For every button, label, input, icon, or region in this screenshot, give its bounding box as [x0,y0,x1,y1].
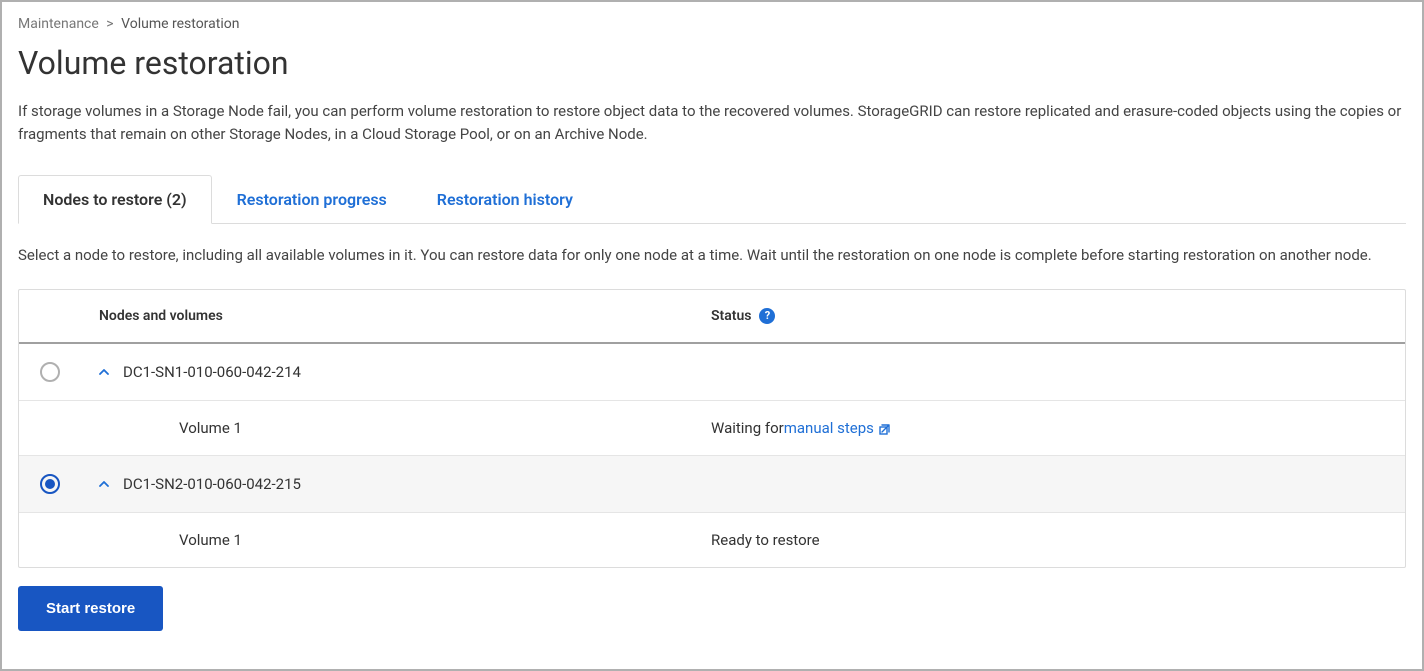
status-text: Waiting for [711,419,784,437]
table-row[interactable]: DC1-SN2-010-060-042-215 [19,456,1405,513]
chevron-up-icon[interactable] [99,367,109,377]
manual-steps-link[interactable]: manual steps [784,419,892,437]
table-header-radio [19,290,81,342]
radio-cell[interactable] [19,344,81,400]
breadcrumb-parent[interactable]: Maintenance [18,16,99,32]
volume-name: Volume 1 [179,419,242,437]
table-row: Volume 1 Ready to restore [19,513,1405,567]
table-header-status: Status ? [711,290,1405,342]
radio-button[interactable] [40,362,60,382]
tabs-container: Nodes to restore (2) Restoration progres… [18,175,1406,224]
page-title: Volume restoration [18,44,1406,82]
table-row: Volume 1 Waiting for manual steps [19,401,1405,456]
breadcrumb-separator: > [106,16,113,32]
radio-cell-empty [19,513,81,567]
volume-status-cell: Ready to restore [711,513,1405,567]
start-restore-button[interactable]: Start restore [18,586,163,631]
node-status-cell [711,456,1405,512]
table-header-nodes: Nodes and volumes [81,290,711,342]
status-text: Ready to restore [711,531,820,549]
node-name: DC1-SN2-010-060-042-215 [123,475,301,493]
volume-name: Volume 1 [179,531,242,549]
node-name-cell[interactable]: DC1-SN1-010-060-042-214 [81,344,711,400]
table-header-row: Nodes and volumes Status ? [19,290,1405,344]
volume-status-cell: Waiting for manual steps [711,401,1405,455]
page-description: If storage volumes in a Storage Node fai… [18,100,1406,147]
table-header-nodes-label: Nodes and volumes [99,308,223,324]
chevron-up-icon[interactable] [99,479,109,489]
tab-restoration-history[interactable]: Restoration history [412,175,598,223]
node-name: DC1-SN1-010-060-042-214 [123,363,301,381]
breadcrumb: Maintenance > Volume restoration [18,16,1406,32]
table-row[interactable]: DC1-SN1-010-060-042-214 [19,344,1405,401]
table-header-status-label: Status [711,308,751,324]
external-link-icon [878,422,892,436]
node-status-cell [711,344,1405,400]
tab-restoration-progress[interactable]: Restoration progress [212,175,412,223]
status-link-text: manual steps [784,419,874,437]
breadcrumb-current: Volume restoration [121,16,239,32]
radio-cell-empty [19,401,81,455]
radio-cell[interactable] [19,456,81,512]
tab-description: Select a node to restore, including all … [18,244,1406,267]
volume-name-cell: Volume 1 [81,401,711,455]
nodes-table: Nodes and volumes Status ? DC1-SN1-010-0… [18,289,1406,568]
help-icon[interactable]: ? [759,308,775,324]
node-name-cell[interactable]: DC1-SN2-010-060-042-215 [81,456,711,512]
tab-nodes-to-restore[interactable]: Nodes to restore (2) [18,175,212,224]
radio-button[interactable] [40,474,60,494]
volume-name-cell: Volume 1 [81,513,711,567]
